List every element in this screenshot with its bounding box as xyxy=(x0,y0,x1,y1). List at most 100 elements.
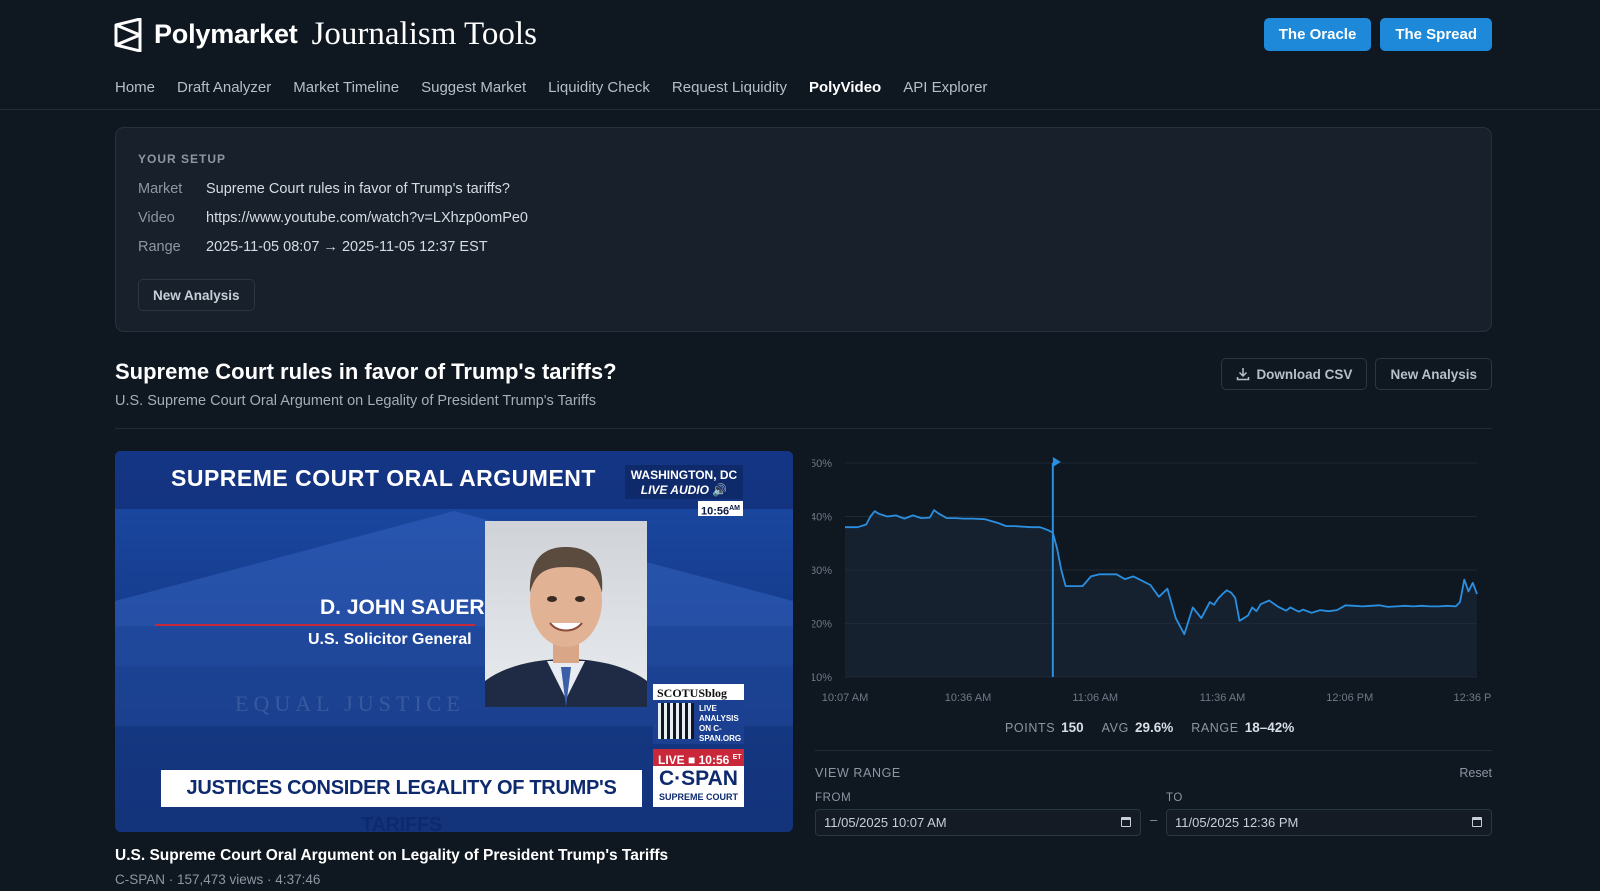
stat-avg-label: AVG xyxy=(1101,721,1129,735)
from-date-value: 11/05/2025 10:07 AM xyxy=(824,815,947,830)
video-clock-time: 10:56 xyxy=(700,505,730,518)
setup-market-value: Supreme Court rules in favor of Trump's … xyxy=(206,181,510,197)
y-tick-label: 20% xyxy=(812,619,832,631)
setup-video-value: https://www.youtube.com/watch?v=LXhzp0om… xyxy=(206,210,528,226)
cspan-logo-sub: SUPREME COURT xyxy=(658,792,738,802)
section-divider xyxy=(115,428,1492,429)
video-speaker-role: U.S. Solicitor General xyxy=(308,631,472,648)
chart-divider xyxy=(815,750,1492,751)
stat-range: RANGE 18–42% xyxy=(1191,720,1294,735)
nav-liquidity-check[interactable]: Liquidity Check xyxy=(548,79,650,96)
top-bar: Polymarket Journalism Tools The Oracle T… xyxy=(0,0,1600,110)
setup-video-label: Video xyxy=(138,210,175,226)
stat-avg: AVG 29.6% xyxy=(1102,720,1174,735)
download-icon xyxy=(1237,368,1250,381)
qr-code-icon xyxy=(658,703,694,739)
cspan-logo-text: C·SPAN xyxy=(659,767,738,790)
scotusblog-box-text: LIVE ANALYSIS ON C-SPAN.ORG xyxy=(699,704,742,743)
brand[interactable]: Polymarket Journalism Tools xyxy=(114,16,537,53)
download-csv-label: Download CSV xyxy=(1256,366,1353,382)
video-location: WASHINGTON, DC LIVE AUDIO 🔊 xyxy=(625,465,743,499)
y-tick-label: 40% xyxy=(812,512,832,524)
to-date-input[interactable]: 11/05/2025 12:36 PM xyxy=(1166,809,1492,836)
setup-video-row: Video https://www.youtube.com/watch?v=LX… xyxy=(138,210,528,226)
x-tick-label: 10:07 AM xyxy=(822,692,868,704)
setup-heading: YOUR SETUP xyxy=(138,152,227,166)
new-analysis-button[interactable]: New Analysis xyxy=(1375,358,1492,390)
scotusblog-badge: SCOTUSblog LIVE ANALYSIS ON C-SPAN.ORG xyxy=(653,684,744,744)
scotusblog-box: LIVE ANALYSIS ON C-SPAN.ORG xyxy=(653,700,744,744)
header-buttons: The Oracle The Spread xyxy=(1263,18,1492,51)
setup-new-analysis-button[interactable]: New Analysis xyxy=(138,279,255,311)
to-date-value: 11/05/2025 12:36 PM xyxy=(1175,815,1299,830)
stat-points: POINTS 150 xyxy=(1005,720,1084,735)
video-speaker-name: D. JOHN SAUER xyxy=(320,596,485,619)
setup-panel: YOUR SETUP Market Supreme Court rules in… xyxy=(115,127,1492,332)
video-lower-third-line xyxy=(155,624,475,626)
live-time: 10:56 xyxy=(698,753,730,767)
live-badge: LIVE ■ 10:56 ET xyxy=(653,749,744,767)
y-tick-label: 50% xyxy=(812,458,832,470)
calendar-icon[interactable] xyxy=(1121,817,1131,827)
the-oracle-button[interactable]: The Oracle xyxy=(1263,18,1372,51)
x-tick-label: 12:06 PM xyxy=(1326,692,1373,704)
brand-name: Polymarket xyxy=(154,19,298,49)
video-ticker: JUSTICES CONSIDER LEGALITY OF TRUMP'S TA… xyxy=(161,770,642,832)
price-chart-svg[interactable]: 10% 20% 30% 40% 50% 10:07 AM 10:36 AM 11:06 AM 1… xyxy=(810,451,1501,711)
speaker-icon: 🔊 xyxy=(712,483,728,497)
video-location-audio: LIVE AUDIO 🔊 xyxy=(625,483,743,498)
live-label: LIVE xyxy=(658,753,685,767)
stat-range-value: 18–42% xyxy=(1244,720,1295,735)
market-actions: Download CSV New Analysis xyxy=(1221,358,1492,390)
nav-draft-analyzer[interactable]: Draft Analyzer xyxy=(177,79,271,96)
nav-suggest-market[interactable]: Suggest Market xyxy=(421,79,526,96)
speaker-portrait-icon xyxy=(485,547,647,707)
range-separator: – xyxy=(1150,812,1158,827)
brand-subtitle: Journalism Tools xyxy=(311,16,537,52)
x-tick-label: 10:36 AM xyxy=(945,692,991,704)
from-label: FROM xyxy=(815,792,852,804)
nav-home[interactable]: Home xyxy=(115,79,155,96)
setup-range-value: 2025-11-05 08:07 → 2025-11-05 12:37 EST xyxy=(206,239,488,255)
series-area xyxy=(845,510,1477,677)
view-range-heading: VIEW RANGE xyxy=(815,766,901,780)
stat-points-value: 150 xyxy=(1061,720,1084,735)
live-timezone: ET xyxy=(732,754,742,761)
y-tick-label: 30% xyxy=(812,565,832,577)
setup-range-row: Range 2025-11-05 08:07 → 2025-11-05 12:3… xyxy=(138,239,488,255)
x-tick-label: 11:36 AM xyxy=(1200,692,1246,704)
x-tick-label: 11:06 AM xyxy=(1072,692,1118,704)
video-clock: 10:56AM xyxy=(698,501,743,518)
stat-points-label: POINTS xyxy=(1005,721,1056,735)
stat-avg-value: 29.6% xyxy=(1134,720,1174,735)
nav-market-timeline[interactable]: Market Timeline xyxy=(293,79,399,96)
market-subtitle: U.S. Supreme Court Oral Argument on Lega… xyxy=(115,393,596,409)
video-location-city: WASHINGTON, DC xyxy=(630,468,738,482)
stat-range-label: RANGE xyxy=(1191,721,1239,735)
price-chart[interactable]: 10% 20% 30% 40% 50% 10:07 AM 10:36 AM 11:06 AM 1… xyxy=(810,451,1501,711)
setup-market-row: Market Supreme Court rules in favor of T… xyxy=(138,181,510,197)
the-spread-button[interactable]: The Spread xyxy=(1380,18,1492,51)
polymarket-logo-icon xyxy=(114,17,142,52)
main-nav: Home Draft Analyzer Market Timeline Sugg… xyxy=(115,79,987,96)
from-date-input[interactable]: 11/05/2025 10:07 AM xyxy=(815,809,1141,836)
nav-request-liquidity[interactable]: Request Liquidity xyxy=(672,79,787,96)
y-tick-label: 10% xyxy=(812,672,832,684)
speaker-photo xyxy=(485,521,647,707)
nav-polyvideo[interactable]: PolyVideo xyxy=(809,79,881,96)
nav-api-explorer[interactable]: API Explorer xyxy=(903,79,987,96)
setup-range-label: Range xyxy=(138,239,181,255)
playhead-marker-icon xyxy=(1052,457,1061,467)
live-audio-label: LIVE AUDIO xyxy=(640,483,709,497)
chart-stats: POINTS 150 AVG 29.6% RANGE 18–42% xyxy=(1005,720,1294,735)
x-tick-label: 12:36 PM xyxy=(1453,692,1492,704)
video-clock-suffix: AM xyxy=(729,505,741,512)
video-engraving: EQUAL JUSTICE xyxy=(235,691,465,716)
view-range-reset[interactable]: Reset xyxy=(1459,766,1492,780)
scotusblog-title: SCOTUSblog xyxy=(657,686,728,700)
video-player[interactable]: EQUAL JUSTICE SUPREME COURT ORAL ARGUMEN… xyxy=(115,451,793,832)
to-label: TO xyxy=(1166,792,1183,804)
calendar-icon[interactable] xyxy=(1472,817,1482,827)
video-title[interactable]: U.S. Supreme Court Oral Argument on Lega… xyxy=(115,847,668,865)
download-csv-button[interactable]: Download CSV xyxy=(1221,358,1368,390)
